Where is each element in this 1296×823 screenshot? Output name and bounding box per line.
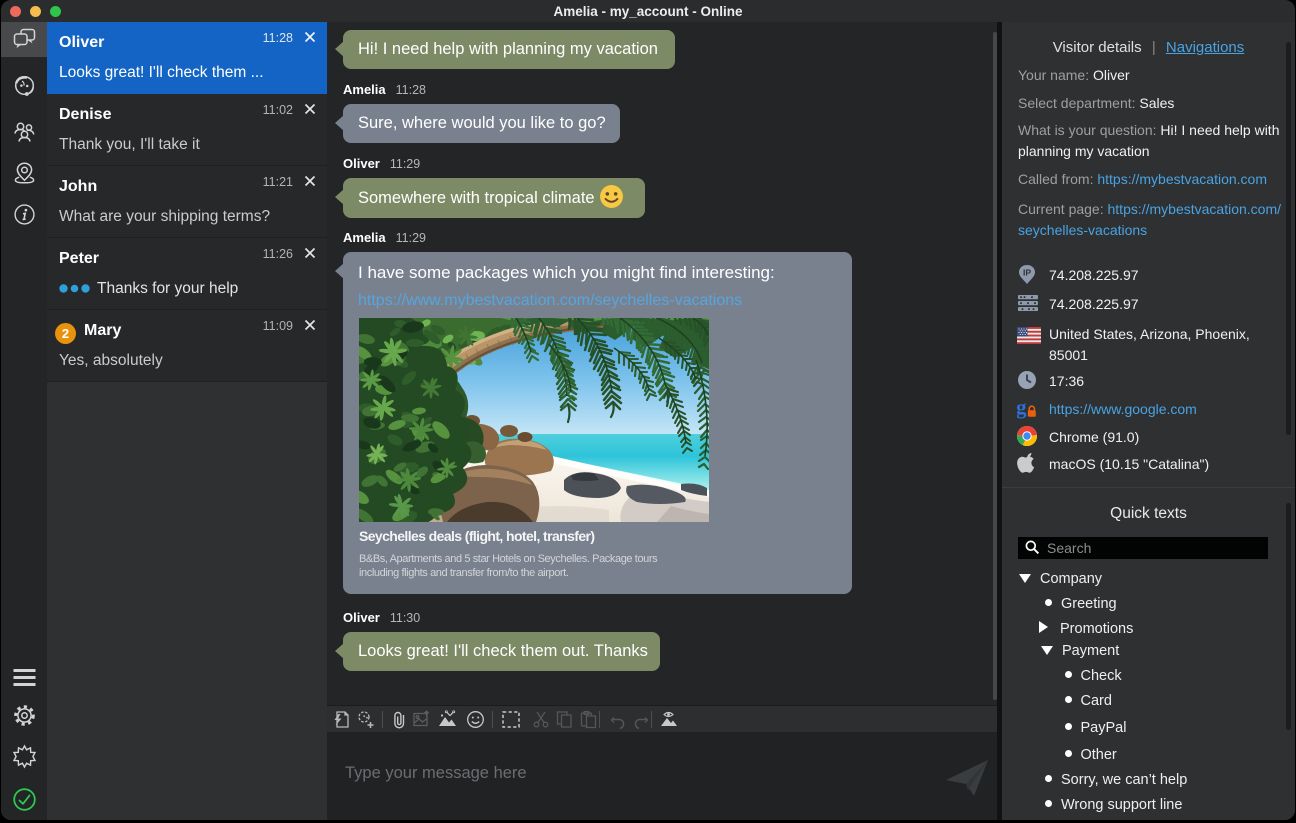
svg-text:IP: IP bbox=[1023, 268, 1031, 278]
svg-text:g: g bbox=[1017, 397, 1027, 419]
